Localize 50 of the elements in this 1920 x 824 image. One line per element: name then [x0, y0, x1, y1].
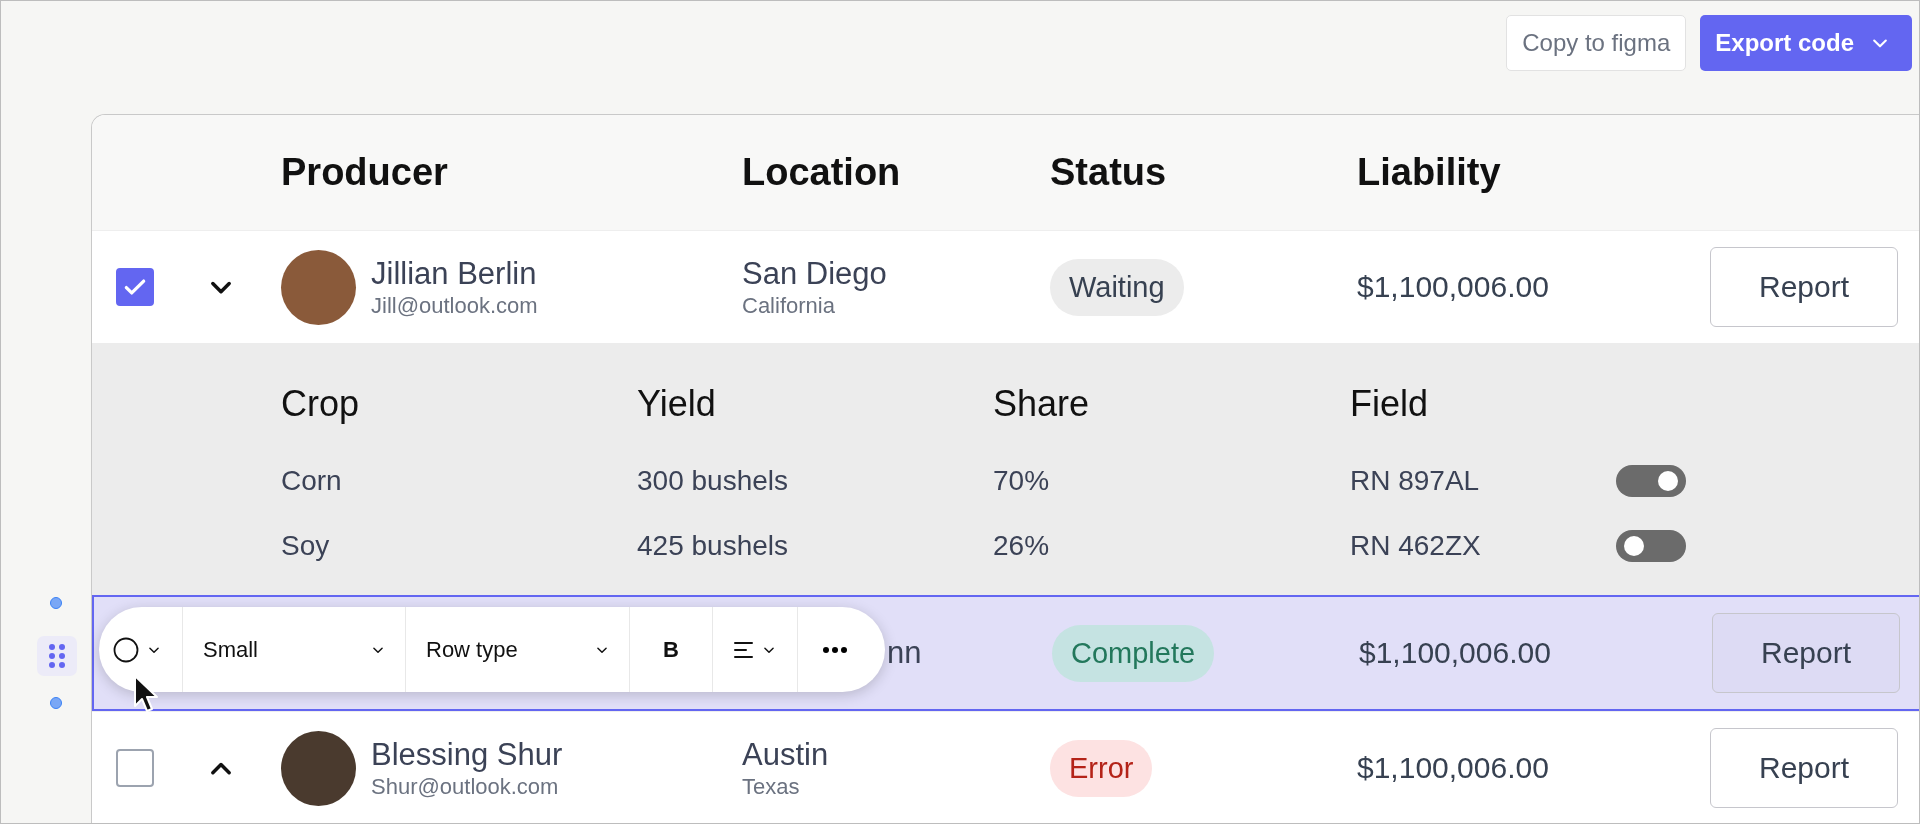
- toggle-switch[interactable]: [1616, 530, 1686, 562]
- detail-cell-text: 26%: [993, 530, 1051, 562]
- liability-amount: $1,100,006.00: [1357, 751, 1550, 785]
- column-header: Status: [1050, 151, 1168, 194]
- detail-header: Crop: [281, 382, 361, 425]
- column-header: Liability: [1357, 151, 1502, 194]
- export-button[interactable]: Export code: [1700, 15, 1912, 71]
- detail-header: Share: [993, 382, 1091, 425]
- producer-name: Jillian Berlin: [371, 255, 538, 293]
- status-badge: Waiting: [1050, 258, 1184, 316]
- status-badge: Error: [1050, 739, 1153, 797]
- location-city: Austin: [742, 736, 830, 774]
- resize-handle[interactable]: [50, 697, 62, 709]
- column-header: Producer: [280, 151, 449, 194]
- bold-button[interactable]: B: [630, 607, 713, 692]
- producer-email: Jill@outlook.com: [371, 293, 538, 319]
- resize-handle[interactable]: [50, 597, 62, 609]
- column-header: Location: [742, 151, 902, 194]
- detail-cell-text: Soy: [281, 530, 331, 562]
- checkbox[interactable]: [116, 268, 154, 306]
- detail-cell-text: RN 462ZX: [1350, 530, 1482, 562]
- detail-cell-text: 425 bushels: [637, 530, 789, 562]
- copy-button[interactable]: Copy to figma: [1506, 15, 1687, 71]
- report-button[interactable]: Report: [1712, 613, 1900, 693]
- location-state: California: [742, 293, 836, 319]
- drag-handle[interactable]: [37, 636, 77, 676]
- producer-name: Blessing Shur: [371, 736, 563, 774]
- checkbox[interactable]: [116, 749, 154, 787]
- producer-name: nn: [887, 635, 922, 671]
- producer-email: Shur@outlook.com: [371, 774, 560, 800]
- liability-amount: $1,100,006.00: [1357, 270, 1550, 304]
- detail-cell-text: 300 bushels: [637, 465, 789, 497]
- row-type-dropdown[interactable]: Row type: [406, 607, 630, 692]
- location-state: Texas: [742, 774, 801, 800]
- align-left-icon: [734, 640, 754, 659]
- detail-header: Yield: [637, 382, 717, 425]
- report-button[interactable]: Report: [1710, 247, 1898, 327]
- location-city: San Diego: [742, 255, 888, 293]
- status-badge: Complete: [1052, 624, 1215, 682]
- detail-cell-text: 70%: [993, 465, 1051, 497]
- more-icon: [822, 646, 847, 653]
- detail-header: Field: [1350, 382, 1430, 425]
- liability-amount: $1,100,006.00: [1359, 636, 1552, 670]
- report-button[interactable]: Report: [1710, 728, 1898, 808]
- detail-cell-text: RN 897AL: [1350, 465, 1481, 497]
- circle-icon: [113, 636, 139, 663]
- toggle-switch[interactable]: [1616, 465, 1686, 497]
- drag-icon: [48, 643, 66, 669]
- size-dropdown[interactable]: Small: [183, 607, 406, 692]
- detail-cell-text: Corn: [281, 465, 343, 497]
